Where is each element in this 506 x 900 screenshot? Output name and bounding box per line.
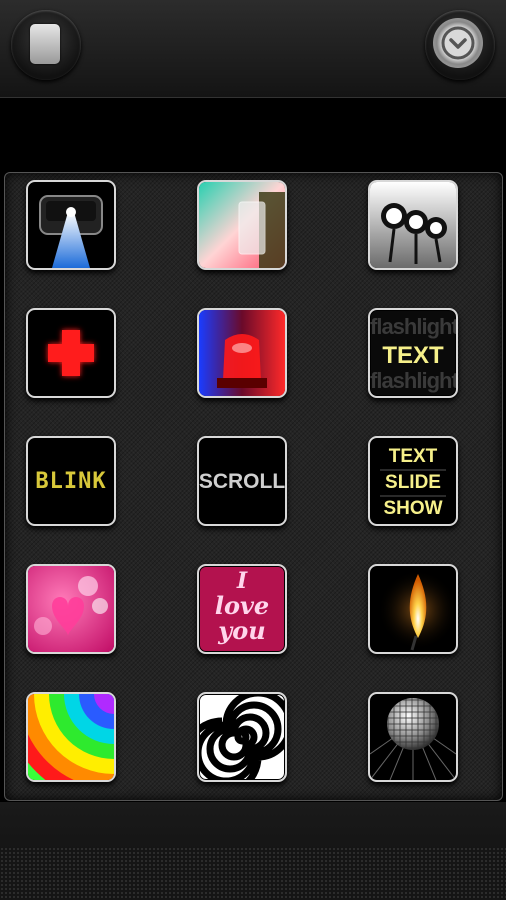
background-words: flashlight: [370, 314, 458, 339]
i-love-you-tile[interactable]: I love you: [197, 564, 287, 654]
disco-ball-tile[interactable]: [368, 692, 458, 782]
rainbow-icon: [28, 694, 114, 780]
rainbow-tile[interactable]: [26, 692, 116, 782]
chevron-down-circle-icon: [433, 18, 483, 68]
blink-tile[interactable]: BLINK: [26, 436, 116, 526]
hearts-bokeh-icon: [28, 566, 114, 652]
red-cross-tile[interactable]: [26, 308, 116, 398]
hearts-tile[interactable]: [26, 564, 116, 654]
flashlight-beam-icon: [39, 195, 103, 268]
candle-flame-icon: [378, 570, 456, 651]
stage-lights-tile[interactable]: [368, 180, 458, 270]
candle-tile[interactable]: [368, 564, 458, 654]
police-siren-tile[interactable]: [197, 308, 287, 398]
siren-light-icon: [199, 310, 285, 396]
hypnotic-spiral-tile[interactable]: [197, 692, 287, 782]
blink-label: BLINK: [35, 469, 107, 494]
top-bar: [0, 0, 506, 98]
phone-icon: [30, 24, 60, 64]
bottom-bar: [0, 802, 506, 900]
color-screen-icon: [199, 182, 285, 268]
screen-light-tile[interactable]: [197, 180, 287, 270]
text-label: TEXT: [382, 342, 444, 369]
spotlight-icon: [370, 182, 456, 268]
love-line-3: you: [218, 616, 266, 645]
separator-lines: [380, 469, 446, 497]
spiral-icon: [199, 694, 285, 780]
screen-light-button[interactable]: [11, 10, 81, 80]
disco-ball-icon: [370, 698, 456, 780]
text-flash-tile[interactable]: flashlight TEXT flashlight: [368, 308, 458, 398]
background-words-2: flashlight: [370, 368, 458, 393]
led-flashlight-tile[interactable]: [26, 180, 116, 270]
mesh-texture: [0, 847, 506, 900]
text-slide-show-tile[interactable]: TEXT SLIDE SHOW: [368, 436, 458, 526]
menu-dropdown-button[interactable]: [425, 10, 495, 80]
scroll-tile[interactable]: SCROLL: [197, 436, 287, 526]
scroll-label: SCROLL: [198, 470, 286, 493]
red-cross-icon: [48, 330, 94, 376]
